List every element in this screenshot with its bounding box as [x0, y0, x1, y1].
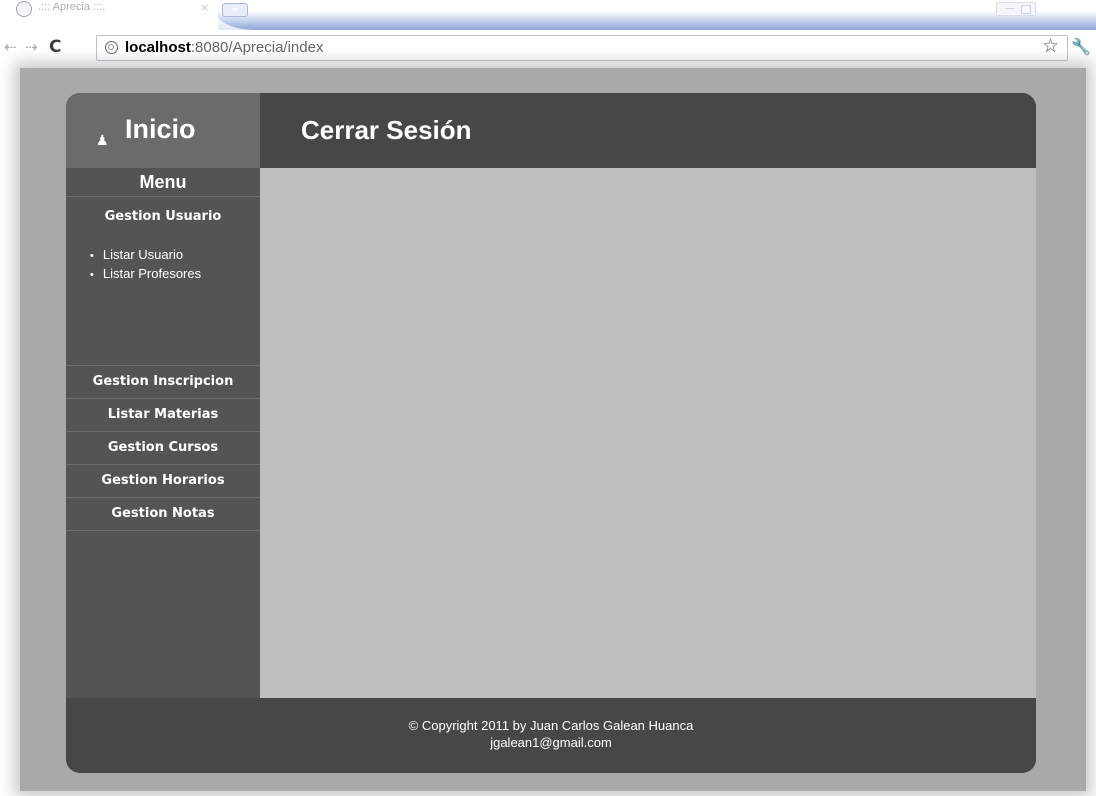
menu-divider	[66, 497, 260, 498]
page-favicon-icon	[16, 1, 32, 17]
sidebar-item-gestion-notas[interactable]: Gestion Notas	[66, 506, 260, 521]
url-path: :8080/Aprecia/index	[190, 39, 324, 56]
reload-icon[interactable]: C	[49, 37, 61, 57]
menu-divider	[66, 530, 260, 531]
footer-email: jgalean1@gmail.com	[490, 735, 612, 750]
menu-divider	[66, 365, 260, 366]
browser-toolbar: ⇠ ⇢ C localhost:8080/Aprecia/index	[0, 30, 1096, 68]
menu-divider	[66, 398, 260, 399]
browser-tab[interactable]: .::: Aprecia :::. ×	[0, 0, 218, 30]
tab-strip-background	[215, 0, 1096, 30]
globe-icon	[105, 41, 118, 54]
footer-copyright: © Copyright 2011 by Juan Carlos Galean H…	[408, 718, 694, 733]
tab-strip: .::: Aprecia :::. × +	[0, 0, 1096, 30]
submenu-item-listar-profesores[interactable]: Listar Profesores	[90, 265, 201, 284]
url-text[interactable]: localhost:8080/Aprecia/index	[125, 39, 323, 56]
sidebar-item-gestion-usuario[interactable]: Gestion Usuario	[66, 209, 260, 224]
site-container: ♟ Inicio Cerrar Sesión Menu Gestion Usua…	[66, 93, 1036, 773]
logout-link[interactable]: Cerrar Sesión	[301, 115, 472, 146]
home-link[interactable]: ♟ Inicio	[66, 93, 260, 168]
sidebar-item-gestion-horarios[interactable]: Gestion Horarios	[66, 473, 260, 488]
menu-divider	[66, 196, 260, 197]
tab-close-icon[interactable]: ×	[200, 1, 209, 14]
new-tab-button[interactable]: +	[222, 3, 248, 17]
home-user-icon: ♟	[96, 133, 109, 149]
sidebar-item-gestion-cursos[interactable]: Gestion Cursos	[66, 440, 260, 455]
gestion-usuario-submenu: Listar Usuario Listar Profesores	[90, 246, 201, 284]
forward-arrow-icon[interactable]: ⇢	[25, 38, 38, 56]
sidebar-item-listar-materias[interactable]: Listar Materias	[66, 407, 260, 422]
site-header: ♟ Inicio Cerrar Sesión	[66, 93, 1036, 168]
sidebar-item-gestion-inscripcion[interactable]: Gestion Inscripcion	[66, 374, 260, 389]
menu-divider	[66, 431, 260, 432]
submenu-item-listar-usuario[interactable]: Listar Usuario	[90, 246, 201, 265]
window-controls[interactable]	[996, 2, 1036, 16]
site-footer: © Copyright 2011 by Juan Carlos Galean H…	[66, 698, 1036, 773]
wrench-icon[interactable]: 🔧	[1071, 37, 1091, 56]
url-host: localhost	[125, 39, 191, 56]
menu-title: Menu	[139, 172, 187, 192]
main-content	[260, 168, 1036, 698]
star-icon[interactable]: ☆	[1042, 35, 1059, 57]
maximize-icon[interactable]	[1021, 5, 1031, 14]
tab-title: .::: Aprecia :::.	[38, 1, 106, 13]
back-arrow-icon[interactable]: ⇠	[4, 38, 17, 56]
address-bar[interactable]: localhost:8080/Aprecia/index	[96, 35, 1068, 61]
home-title[interactable]: Inicio	[125, 114, 196, 145]
menu-divider	[66, 464, 260, 465]
sidebar-menu: Menu Gestion Usuario Listar Usuario List…	[66, 168, 260, 698]
minimize-icon[interactable]	[1005, 8, 1015, 9]
